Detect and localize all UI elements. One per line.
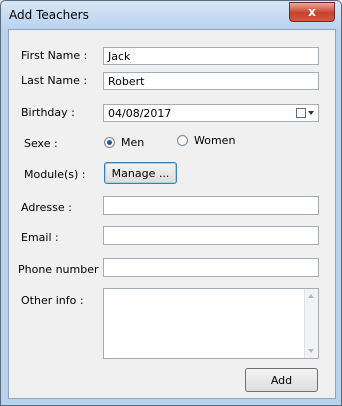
- form-panel: First Name : Jack Last Name : Robert Bir…: [8, 29, 336, 399]
- modules-label: Module(s) :: [24, 168, 86, 181]
- title-bar[interactable]: Add Teachers x: [1, 1, 341, 29]
- email-label: Email :: [21, 231, 59, 244]
- manage-modules-button[interactable]: Manage ...: [104, 162, 177, 184]
- radio-women[interactable]: Women: [177, 134, 235, 147]
- last-name-label: Last Name :: [21, 74, 88, 87]
- last-name-field[interactable]: Robert: [103, 72, 319, 90]
- other-info-textarea[interactable]: [103, 288, 319, 359]
- calendar-icon: [296, 108, 306, 118]
- other-info-label: Other info :: [21, 294, 84, 307]
- scroll-down-icon[interactable]: [308, 349, 314, 353]
- other-info-scrollbar[interactable]: [304, 289, 318, 358]
- adresse-field[interactable]: [103, 196, 319, 215]
- scroll-up-icon[interactable]: [308, 294, 314, 298]
- close-icon: x: [308, 5, 316, 19]
- add-teachers-window: Add Teachers x First Name : Jack Last Na…: [0, 0, 342, 406]
- chevron-down-icon: [308, 111, 314, 115]
- radio-men-indicator[interactable]: [104, 137, 115, 148]
- phone-number-field[interactable]: [103, 258, 319, 277]
- radio-men-label: Men: [121, 136, 145, 149]
- radio-women-indicator[interactable]: [177, 135, 188, 146]
- birthday-label: Birthday :: [21, 106, 75, 119]
- radio-men[interactable]: Men: [104, 136, 144, 149]
- adresse-label: Adresse :: [21, 201, 72, 214]
- close-button[interactable]: x: [289, 2, 335, 22]
- birthday-value: 04/08/2017: [108, 107, 172, 120]
- email-field[interactable]: [103, 226, 319, 245]
- first-name-label: First Name :: [21, 49, 88, 62]
- sexe-label: Sexe :: [24, 137, 58, 150]
- window-title: Add Teachers: [9, 8, 89, 22]
- first-name-field[interactable]: Jack: [103, 47, 319, 65]
- phone-number-label: Phone number :: [18, 263, 106, 276]
- date-dropdown-button[interactable]: [294, 106, 316, 120]
- birthday-date-picker[interactable]: 04/08/2017: [103, 104, 319, 122]
- add-button[interactable]: Add: [245, 368, 318, 392]
- radio-women-label: Women: [194, 134, 236, 147]
